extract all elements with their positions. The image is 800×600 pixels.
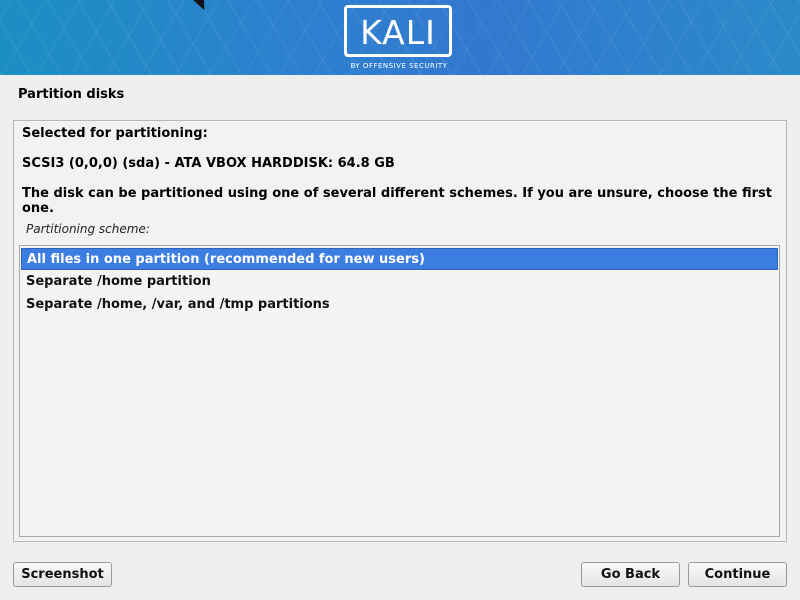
scheme-option-separate-home[interactable]: Separate /home partition xyxy=(21,271,778,293)
logo-subtitle: BY OFFENSIVE SECURITY xyxy=(350,62,448,70)
kali-banner: KALI BY OFFENSIVE SECURITY xyxy=(0,0,800,75)
selected-heading: Selected for partitioning: xyxy=(22,126,208,141)
continue-button[interactable]: Continue xyxy=(688,562,787,587)
description-text: The disk can be partitioned using one of… xyxy=(22,186,772,216)
go-back-button[interactable]: Go Back xyxy=(581,562,680,587)
logo-text: KALI xyxy=(360,13,436,52)
scheme-label: Partitioning scheme: xyxy=(26,222,150,236)
page-title: Partition disks xyxy=(18,87,125,102)
disk-info: SCSI3 (0,0,0) (sda) - ATA VBOX HARDDISK:… xyxy=(22,156,395,171)
scheme-option-all-in-one[interactable]: All files in one partition (recommended … xyxy=(21,248,778,270)
partition-scheme-list[interactable]: All files in one partition (recommended … xyxy=(19,245,780,537)
scheme-option-separate-home-var-tmp[interactable]: Separate /home, /var, and /tmp partition… xyxy=(21,294,778,316)
kali-logo: KALI xyxy=(344,5,452,57)
screenshot-button[interactable]: Screenshot xyxy=(13,562,112,587)
mouse-cursor-icon xyxy=(193,0,210,13)
